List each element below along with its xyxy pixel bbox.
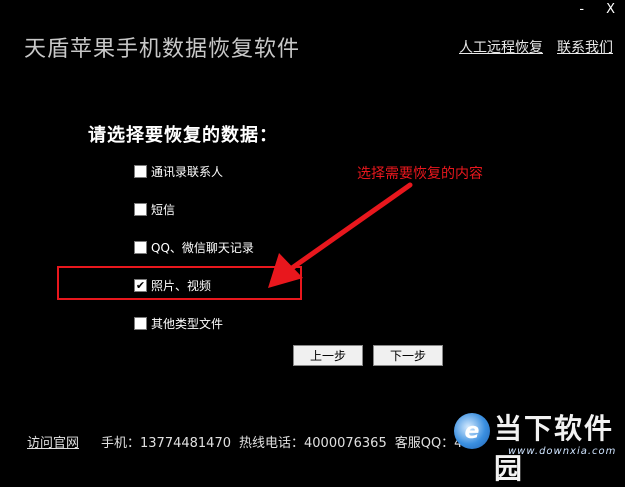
header-links: 人工远程恢复 联系我们 xyxy=(459,37,613,57)
contact-us-link[interactable]: 联系我们 xyxy=(557,37,613,57)
previous-step-button[interactable]: 上一步 xyxy=(293,345,363,366)
option-contacts[interactable]: 通讯录联系人 xyxy=(134,163,223,180)
contacts-checkbox[interactable] xyxy=(134,165,147,178)
option-sms[interactable]: 短信 xyxy=(134,201,175,218)
footer: 访问官网 手机：13774481470 热线电话：4000076365 客服QQ… xyxy=(27,432,462,451)
app-window: - X 天盾苹果手机数据恢复软件 人工远程恢复 联系我们 请选择要恢复的数据： … xyxy=(0,0,625,485)
app-title: 天盾苹果手机数据恢复软件 xyxy=(24,37,301,62)
other-files-checkbox[interactable] xyxy=(134,317,147,330)
option-label: QQ、微信聊天记录 xyxy=(151,241,254,255)
option-label: 短信 xyxy=(151,203,176,217)
option-other-files[interactable]: 其他类型文件 xyxy=(134,315,223,332)
close-button[interactable]: X xyxy=(606,2,615,17)
watermark-url: www.downxia.com xyxy=(508,446,617,457)
visit-site-link[interactable]: 访问官网 xyxy=(27,432,79,451)
next-step-button[interactable]: 下一步 xyxy=(373,345,443,366)
chat-records-checkbox[interactable] xyxy=(134,241,147,254)
watermark-logo-icon: e xyxy=(454,413,490,449)
window-controls: - X xyxy=(579,2,615,17)
option-label: 通讯录联系人 xyxy=(151,165,224,179)
select-data-prompt: 请选择要恢复的数据： xyxy=(88,125,278,146)
minimize-button[interactable]: - xyxy=(579,2,584,17)
highlight-box xyxy=(57,266,302,300)
annotation-text: 选择需要恢复的内容 xyxy=(357,166,483,182)
phone-text: 手机：13774481470 xyxy=(101,436,231,451)
remote-recovery-link[interactable]: 人工远程恢复 xyxy=(459,37,543,57)
annotation-arrow-icon xyxy=(268,182,413,288)
site-watermark: e 当下软件园 www.downxia.com xyxy=(448,405,625,485)
sms-checkbox[interactable] xyxy=(134,203,147,216)
option-label: 其他类型文件 xyxy=(151,317,224,331)
contact-info: 手机：13774481470 热线电话：4000076365 客服QQ：4 xyxy=(101,432,462,451)
option-chat-records[interactable]: QQ、微信聊天记录 xyxy=(134,239,254,256)
hotline-text: 热线电话：4000076365 xyxy=(239,436,387,451)
